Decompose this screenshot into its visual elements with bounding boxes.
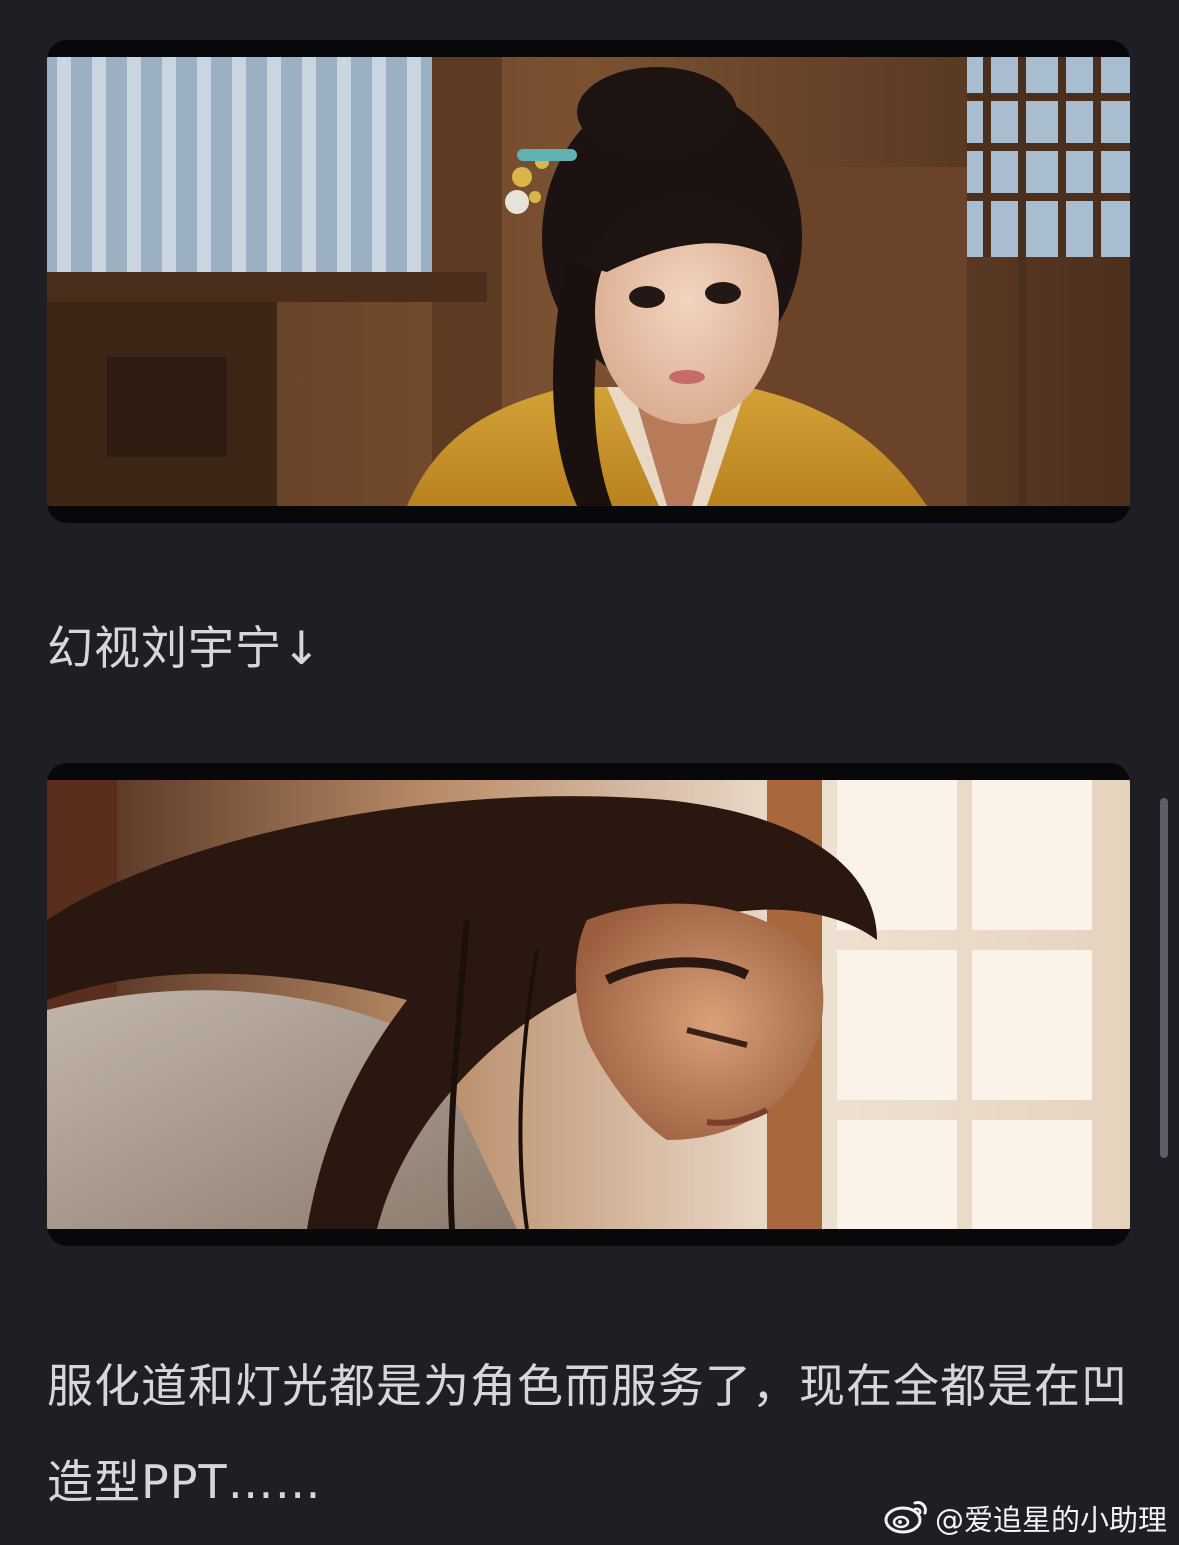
image-frame-1[interactable] xyxy=(47,40,1130,523)
still-photo-woman[interactable] xyxy=(47,57,1130,506)
scrollbar-thumb[interactable] xyxy=(1160,798,1168,1158)
weibo-logo-icon xyxy=(883,1495,931,1542)
image-frame-2[interactable] xyxy=(47,763,1130,1246)
caption-1: 幻视刘宇宁↓ xyxy=(47,621,322,675)
watermark: @爱追星的小助理 xyxy=(883,1498,1167,1538)
watermark-handle: @爱追星的小助理 xyxy=(934,1503,1167,1537)
still-photo-man[interactable] xyxy=(47,780,1130,1229)
